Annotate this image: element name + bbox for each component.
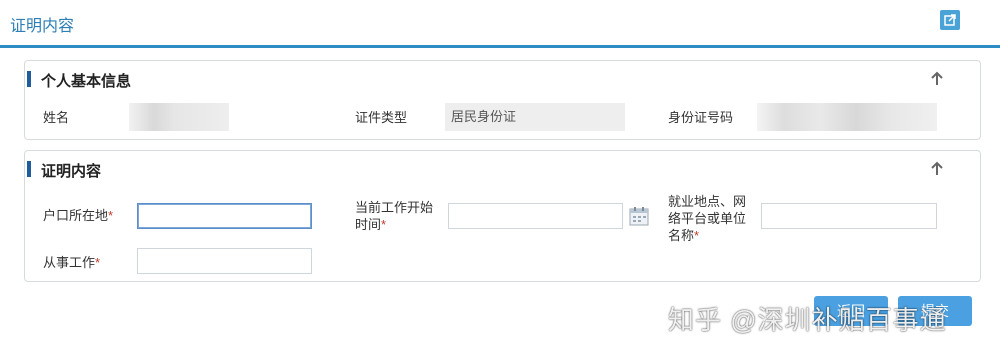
- arrow-up-icon[interactable]: [930, 161, 944, 177]
- start-time-label: 当前工作开始 时间*: [355, 199, 433, 233]
- heading-bar: [27, 161, 31, 177]
- name-value: [129, 103, 229, 131]
- hukou-label: 户口所在地*: [43, 207, 113, 224]
- basic-info-panel: 个人基本信息 姓名 证件类型 居民身份证 身份证号码: [24, 60, 981, 140]
- watermark: 知乎 @深圳补贴百事通: [668, 305, 947, 335]
- calendar-icon[interactable]: [629, 206, 649, 226]
- id-number-value: [757, 103, 937, 131]
- page-title: 证明内容: [10, 18, 75, 35]
- required-mark: *: [108, 208, 114, 223]
- workplace-label: 就业地点、网 络平台或单位 名称*: [668, 193, 746, 244]
- workplace-label-line1: 就业地点、网: [668, 194, 747, 209]
- id-type-label: 证件类型: [355, 110, 408, 125]
- start-time-label-line1: 当前工作开始: [355, 200, 434, 215]
- required-mark: *: [694, 228, 700, 243]
- job-label: 从事工作*: [43, 254, 100, 271]
- name-label: 姓名: [43, 110, 70, 125]
- start-time-input[interactable]: [448, 203, 623, 229]
- workplace-input[interactable]: [761, 203, 937, 229]
- start-time-label-line2: 时间: [355, 217, 382, 232]
- certificate-panel: 证明内容 户口所在地* 当前工作开始 时间* 就业地点、网 络平台或单位 名称*…: [24, 150, 981, 282]
- required-mark: *: [381, 217, 387, 232]
- basic-info-title: 个人基本信息: [41, 73, 132, 90]
- basic-info-heading: 个人基本信息: [25, 69, 980, 91]
- hukou-input[interactable]: [137, 203, 312, 229]
- job-input[interactable]: [137, 248, 312, 274]
- id-number-label: 身份证号码: [668, 110, 734, 125]
- heading-bar: [27, 71, 31, 87]
- arrow-up-icon[interactable]: [930, 71, 944, 87]
- page-header: 证明内容: [0, 0, 1000, 48]
- workplace-label-line2: 络平台或单位: [668, 211, 747, 226]
- workplace-label-line3: 名称: [668, 228, 695, 243]
- id-type-value: 居民身份证: [445, 103, 625, 131]
- required-mark: *: [95, 255, 101, 270]
- job-label-text: 从事工作: [43, 255, 96, 270]
- export-icon[interactable]: [940, 10, 960, 30]
- hukou-label-text: 户口所在地: [43, 208, 109, 223]
- certificate-heading: 证明内容: [25, 159, 980, 181]
- certificate-title: 证明内容: [41, 163, 102, 180]
